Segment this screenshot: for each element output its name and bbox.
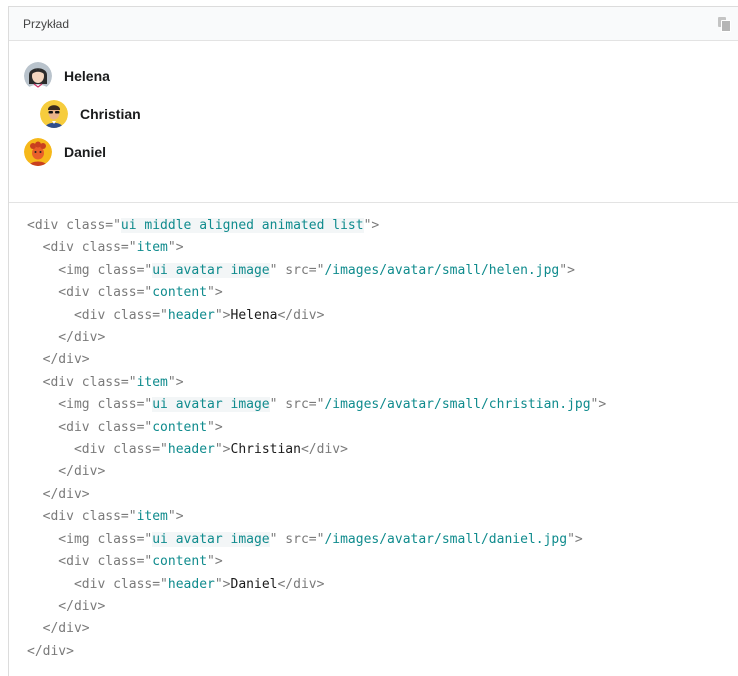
code-token: </div> — [27, 621, 90, 637]
code-token: <div class=" — [27, 374, 137, 390]
code-token: </div> — [27, 486, 90, 502]
code-token: </div> — [277, 576, 325, 592]
code-line: <div class="item"> — [27, 237, 738, 259]
item-header: Helena — [64, 68, 110, 84]
code-line: <img class="ui avatar image" src="/image… — [27, 529, 738, 551]
code-token: <div class=" — [27, 419, 153, 435]
code-token: header — [167, 307, 215, 323]
code-line: </div> — [27, 461, 738, 483]
code-token: "> — [214, 307, 231, 323]
code-token: Helena — [230, 307, 278, 323]
code-token: "> — [207, 285, 223, 301]
code-token: item — [136, 509, 168, 525]
code-line: </div> — [27, 596, 738, 618]
code-token: "> — [590, 397, 607, 413]
code-token: ui avatar image — [152, 397, 270, 413]
code-line: <div class="header">Daniel</div> — [27, 574, 738, 596]
code-token: </div> — [277, 307, 325, 323]
code-token: <div class=" — [27, 307, 168, 323]
code-line: <div class="ui middle aligned animated l… — [27, 215, 738, 237]
code-token: "> — [207, 419, 223, 435]
code-token: <div class=" — [27, 240, 137, 256]
code-token: </div> — [27, 330, 106, 346]
code-token: "> — [167, 374, 184, 390]
item-header: Christian — [80, 106, 141, 122]
code-token: Christian — [230, 442, 301, 458]
code-line: <div class="header">Christian</div> — [27, 439, 738, 461]
code-token: <div class=" — [27, 218, 121, 233]
code-token: /images/avatar/small/helen.jpg — [324, 262, 560, 278]
code-token: <div class=" — [27, 442, 168, 458]
code-token: <div class=" — [27, 509, 137, 525]
code-token: content — [152, 285, 208, 301]
code-token: content — [152, 554, 208, 570]
code-line: </div> — [27, 349, 738, 371]
code-token: "> — [363, 218, 380, 233]
code-line: <div class="item"> — [27, 372, 738, 394]
code-token: </div> — [27, 643, 74, 659]
code-line: <div class="header">Helena</div> — [27, 305, 738, 327]
code-token: </div> — [27, 352, 90, 368]
code-token: <div class=" — [27, 285, 153, 301]
code-token: <img class=" — [27, 397, 153, 413]
code-token: ui middle aligned animated list — [120, 218, 364, 233]
list-item-daniel[interactable]: Daniel — [24, 137, 106, 167]
code-token: /images/avatar/small/daniel.jpg — [324, 531, 568, 547]
code-line: </div> — [27, 484, 738, 506]
code-token: "> — [207, 554, 223, 570]
code-token: item — [136, 240, 168, 256]
code-token: </div> — [27, 598, 106, 614]
code-line: </div> — [27, 641, 738, 663]
code-token: /images/avatar/small/christian.jpg — [324, 397, 591, 413]
code-token: header — [167, 442, 215, 458]
code-line: <div class="content"> — [27, 551, 738, 573]
code-token: "> — [214, 576, 231, 592]
example-title: Przykład — [23, 16, 70, 31]
code-token: "> — [214, 442, 231, 458]
code-token: " src=" — [269, 262, 325, 278]
code-token: ui avatar image — [152, 531, 270, 547]
list-item-christian[interactable]: Christian — [40, 99, 141, 129]
code-token: "> — [559, 262, 575, 278]
avatar-list: Helena Christian Daniel — [9, 41, 738, 203]
list-item-helena[interactable]: Helena — [24, 61, 110, 91]
code-token: "> — [167, 509, 184, 525]
example-header: Przykład — [9, 7, 738, 41]
code-block: <div class="ui middle aligned animated l… — [9, 203, 738, 663]
code-line: </div> — [27, 618, 738, 640]
code-token: ui avatar image — [152, 262, 270, 278]
code-token: <img class=" — [27, 262, 153, 278]
code-line: <div class="content"> — [27, 417, 738, 439]
code-token: content — [152, 419, 208, 435]
code-token: <img class=" — [27, 531, 153, 547]
code-token: " src=" — [269, 397, 325, 413]
code-token: <div class=" — [27, 554, 153, 570]
code-line: </div> — [27, 327, 738, 349]
code-line: <img class="ui avatar image" src="/image… — [27, 394, 738, 416]
code-token: Daniel — [230, 576, 278, 592]
code-token: </div> — [300, 442, 348, 458]
code-token: "> — [567, 531, 583, 547]
code-token: </div> — [27, 464, 106, 480]
example-panel: Przykład Helena Christian Daniel <div cl… — [8, 6, 738, 676]
avatar-christian — [40, 100, 68, 128]
item-header: Daniel — [64, 144, 107, 160]
code-line: <div class="content"> — [27, 282, 738, 304]
code-token: header — [167, 576, 215, 592]
code-token: " src=" — [269, 531, 325, 547]
code-line: <div class="item"> — [27, 506, 738, 528]
code-token: <div class=" — [27, 576, 168, 592]
code-token: "> — [167, 240, 184, 256]
code-line: <img class="ui avatar image" src="/image… — [27, 260, 738, 282]
code-token: item — [136, 374, 168, 390]
copy-icon[interactable] — [718, 16, 731, 32]
avatar-helena — [24, 62, 52, 90]
avatar-daniel — [24, 138, 52, 166]
